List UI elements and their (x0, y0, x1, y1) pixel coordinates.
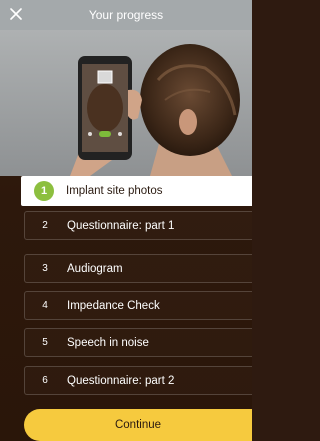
step-item-1[interactable]: 1 Implant site photos (21, 176, 252, 206)
progress-screen: Your progress 1 Implant site photos 2 Qu… (0, 0, 252, 441)
header-bar: Your progress (0, 0, 252, 30)
close-button[interactable] (6, 4, 26, 24)
step-item-6[interactable]: 6 Questionnaire: part 2 (24, 366, 252, 395)
step-number: 5 (42, 337, 48, 348)
step-label: Questionnaire: part 2 (67, 374, 175, 387)
step-number: 2 (42, 220, 48, 231)
step-label: Speech in noise (67, 336, 149, 349)
step-item-4[interactable]: 4 Impedance Check (24, 291, 252, 320)
step-number: 3 (42, 263, 48, 274)
step-label: Audiogram (67, 262, 123, 275)
step-item-3[interactable]: 3 Audiogram (24, 254, 252, 283)
step-item-5[interactable]: 5 Speech in noise (24, 328, 252, 357)
continue-button[interactable]: Continue (24, 409, 252, 441)
step-label: Questionnaire: part 1 (67, 219, 175, 232)
step-number: 6 (42, 375, 48, 386)
step-item-2[interactable]: 2 Questionnaire: part 1 (24, 211, 252, 240)
close-icon (10, 8, 22, 20)
step-number-badge: 1 (34, 181, 54, 201)
hero-illustration (0, 30, 252, 176)
step-label: Implant site photos (66, 185, 163, 197)
step-number: 4 (42, 300, 48, 311)
step-label: Impedance Check (67, 299, 160, 312)
page-title: Your progress (88, 8, 164, 22)
